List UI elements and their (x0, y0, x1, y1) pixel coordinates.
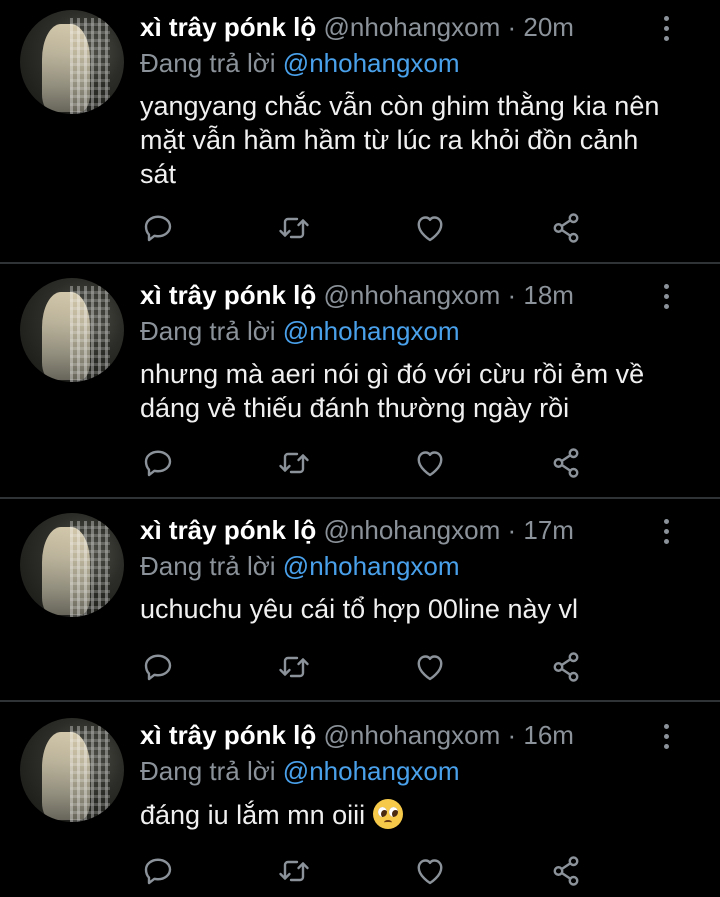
retweet-icon[interactable] (276, 210, 312, 246)
display-name[interactable]: xì trây pónk lộ (140, 280, 316, 310)
tweet-text: nhưng mà aeri nói gì đó với cừu rồi ẻm v… (140, 359, 645, 423)
username-handle[interactable]: @nhohangxom (324, 12, 501, 42)
mention-link[interactable]: @nhohangxom (283, 48, 460, 78)
reply-icon[interactable] (140, 853, 176, 889)
replying-to-label: Đang trả lời (140, 316, 276, 346)
username-handle[interactable]: @nhohangxom (324, 720, 501, 750)
more-options-icon[interactable] (654, 722, 678, 752)
reply-icon[interactable] (140, 210, 176, 246)
tweet[interactable]: xì trây pónk lộ @nhohangxom · 18m Đang t… (0, 264, 720, 497)
replying-to: Đang trả lời @nhohangxom (140, 48, 460, 79)
like-icon[interactable] (412, 210, 448, 246)
tweet-text: uchuchu yêu cái tổ hợp 00line này vl (140, 594, 578, 624)
share-icon[interactable] (548, 445, 584, 481)
tweet-header: xì trây pónk lộ @nhohangxom · 16m (140, 720, 574, 752)
avatar[interactable] (20, 513, 124, 617)
avatar[interactable] (20, 10, 124, 114)
avatar-pixel-overlay (70, 286, 110, 382)
separator-dot: · (507, 12, 517, 42)
avatar-pixel-overlay (70, 726, 110, 822)
replying-to: Đang trả lời @nhohangxom (140, 316, 460, 347)
retweet-icon[interactable] (276, 649, 312, 685)
display-name[interactable]: xì trây pónk lộ (140, 515, 316, 545)
display-name[interactable]: xì trây pónk lộ (140, 720, 316, 750)
mention-link[interactable]: @nhohangxom (283, 756, 460, 786)
replying-to: Đang trả lời @nhohangxom (140, 551, 460, 582)
separator-dot: · (507, 280, 517, 310)
separator-dot: · (507, 720, 517, 750)
timestamp[interactable]: 18m (523, 280, 574, 310)
more-options-icon[interactable] (654, 282, 678, 312)
retweet-icon[interactable] (276, 853, 312, 889)
timestamp[interactable]: 16m (523, 720, 574, 750)
pleading-face-emoji (372, 799, 403, 829)
reply-icon[interactable] (140, 445, 176, 481)
replying-to-label: Đang trả lời (140, 48, 276, 78)
share-icon[interactable] (548, 649, 584, 685)
tweet-text: đáng iu lắm mn oiii (140, 800, 366, 830)
avatar[interactable] (20, 718, 124, 822)
tweet-header: xì trây pónk lộ @nhohangxom · 20m (140, 12, 574, 44)
avatar-pixel-overlay (70, 18, 110, 114)
avatar-pixel-overlay (70, 521, 110, 617)
like-icon[interactable] (412, 445, 448, 481)
tweet-text: yangyang chắc vẫn còn ghim thằng kia nên… (140, 91, 660, 189)
tweet-header: xì trây pónk lộ @nhohangxom · 17m (140, 515, 574, 547)
more-options-icon[interactable] (654, 14, 678, 44)
mention-link[interactable]: @nhohangxom (283, 316, 460, 346)
tweet-header: xì trây pónk lộ @nhohangxom · 18m (140, 280, 574, 312)
like-icon[interactable] (412, 649, 448, 685)
share-icon[interactable] (548, 853, 584, 889)
username-handle[interactable]: @nhohangxom (324, 280, 501, 310)
tweet-text-container: đáng iu lắm mn oiii (140, 798, 680, 832)
mention-link[interactable]: @nhohangxom (283, 551, 460, 581)
replying-to-label: Đang trả lời (140, 551, 276, 581)
display-name[interactable]: xì trây pónk lộ (140, 12, 316, 42)
like-icon[interactable] (412, 853, 448, 889)
avatar[interactable] (20, 278, 124, 382)
separator-dot: · (507, 515, 517, 545)
tweet[interactable]: xì trây pónk lộ @nhohangxom · 17m Đang t… (0, 499, 720, 700)
replying-to-label: Đang trả lời (140, 756, 276, 786)
retweet-icon[interactable] (276, 445, 312, 481)
tweet-thread: xì trây pónk lộ @nhohangxom · 20m Đang t… (0, 0, 720, 897)
replying-to: Đang trả lời @nhohangxom (140, 756, 460, 787)
timestamp[interactable]: 20m (523, 12, 574, 42)
share-icon[interactable] (548, 210, 584, 246)
username-handle[interactable]: @nhohangxom (324, 515, 501, 545)
tweet[interactable]: xì trây pónk lộ @nhohangxom · 16m Đang t… (0, 702, 720, 897)
tweet[interactable]: xì trây pónk lộ @nhohangxom · 20m Đang t… (0, 0, 720, 262)
reply-icon[interactable] (140, 649, 176, 685)
more-options-icon[interactable] (654, 517, 678, 547)
timestamp[interactable]: 17m (523, 515, 574, 545)
